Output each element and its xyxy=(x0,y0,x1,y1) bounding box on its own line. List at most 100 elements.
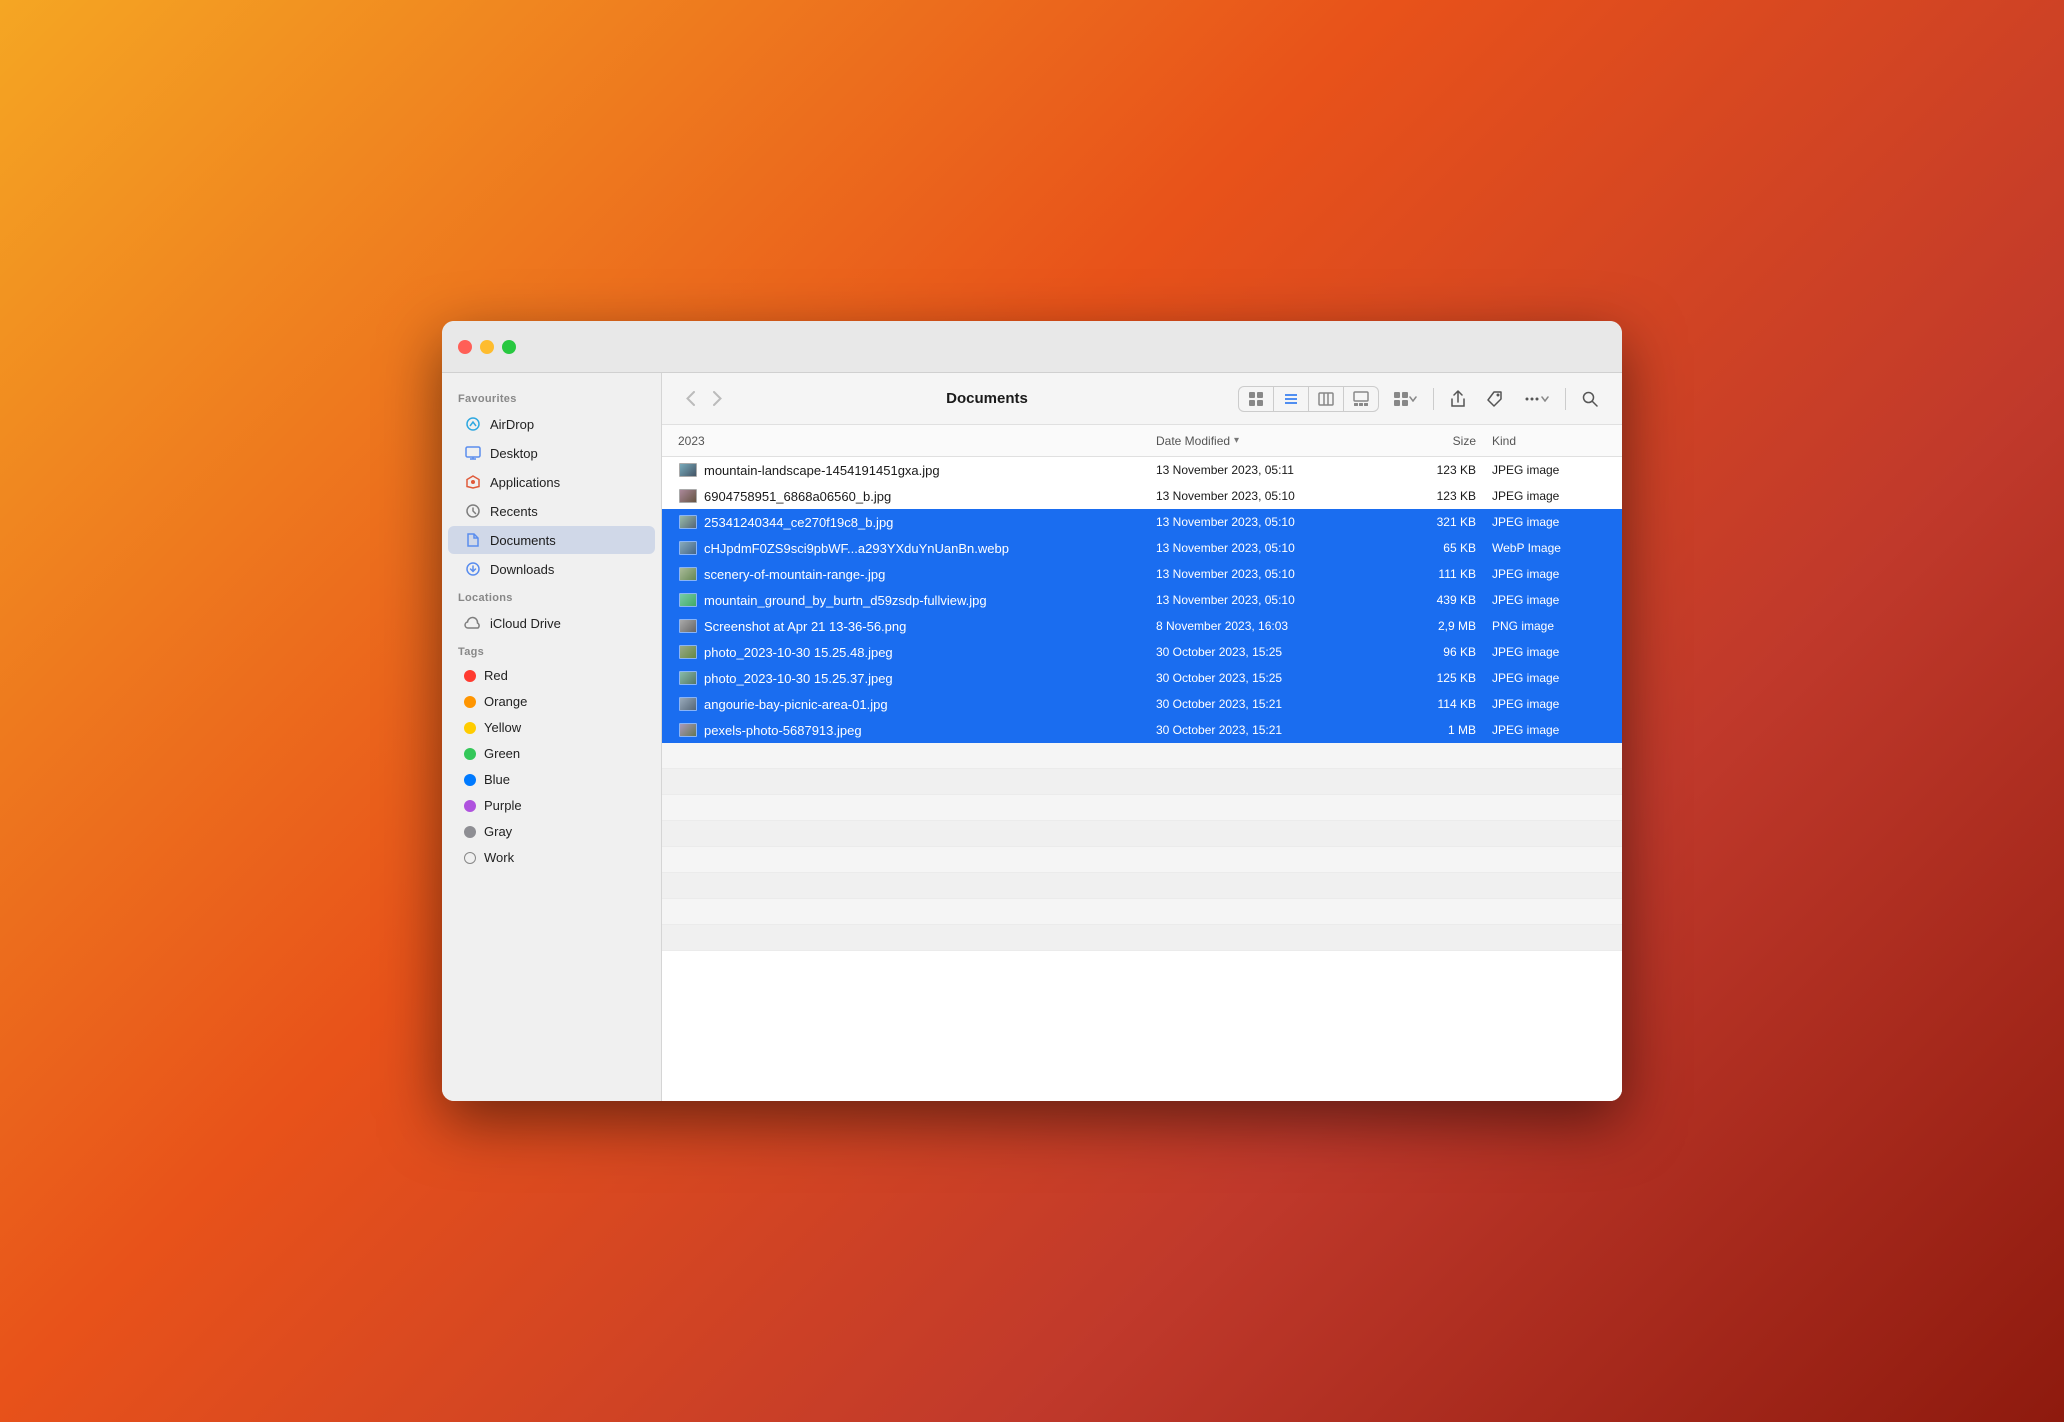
col-header-kind[interactable]: Kind xyxy=(1476,434,1606,448)
gray-tag-label: Gray xyxy=(484,824,512,839)
file-date: 30 October 2023, 15:25 xyxy=(1156,645,1376,659)
empty-row xyxy=(662,899,1622,925)
sidebar-item-icloud[interactable]: iCloud Drive xyxy=(448,609,655,637)
file-name: mountain_ground_by_burtn_d59zsdp-fullvie… xyxy=(704,593,1156,608)
content-area: Documents xyxy=(662,373,1622,1101)
file-row[interactable]: Screenshot at Apr 21 13-36-56.png 8 Nove… xyxy=(662,613,1622,639)
file-thumbnail xyxy=(679,515,697,529)
more-button[interactable] xyxy=(1515,386,1557,412)
gray-tag-dot xyxy=(464,826,476,838)
toolbar-right xyxy=(1236,385,1606,413)
sidebar-item-tag-blue[interactable]: Blue xyxy=(448,767,655,792)
sidebar-item-tag-yellow[interactable]: Yellow xyxy=(448,715,655,740)
finder-window: Favourites AirDrop xyxy=(442,321,1622,1101)
file-icon xyxy=(678,670,698,686)
toolbar-sep-2 xyxy=(1565,388,1566,410)
file-icon xyxy=(678,722,698,738)
file-thumbnail xyxy=(679,463,697,477)
sidebar-item-tag-red[interactable]: Red xyxy=(448,663,655,688)
file-size: 125 KB xyxy=(1376,671,1476,685)
file-kind: JPEG image xyxy=(1476,697,1606,711)
sidebar-item-applications[interactable]: Applications xyxy=(448,468,655,496)
empty-row xyxy=(662,769,1622,795)
column-headers: 2023 Date Modified ▾ Size Kind xyxy=(662,425,1622,457)
share-button[interactable] xyxy=(1442,385,1474,413)
sidebar-item-tag-work[interactable]: Work xyxy=(448,845,655,870)
sidebar-item-desktop[interactable]: Desktop xyxy=(448,439,655,467)
file-date: 13 November 2023, 05:10 xyxy=(1156,593,1376,607)
icloud-icon xyxy=(464,614,482,632)
sidebar-item-tag-orange[interactable]: Orange xyxy=(448,689,655,714)
gallery-view-button[interactable] xyxy=(1344,387,1378,411)
maximize-button[interactable] xyxy=(502,340,516,354)
file-row[interactable]: 6904758951_6868a06560_b.jpg 13 November … xyxy=(662,483,1622,509)
file-name: 6904758951_6868a06560_b.jpg xyxy=(704,489,1156,504)
file-row[interactable]: scenery-of-mountain-range-.jpg 13 Novemb… xyxy=(662,561,1622,587)
red-tag-label: Red xyxy=(484,668,508,683)
search-button[interactable] xyxy=(1574,386,1606,412)
tag-button[interactable] xyxy=(1478,386,1511,412)
file-thumbnail xyxy=(679,723,697,737)
group-by-button[interactable] xyxy=(1385,386,1425,412)
empty-row xyxy=(662,847,1622,873)
file-date: 13 November 2023, 05:11 xyxy=(1156,463,1376,477)
column-view-button[interactable] xyxy=(1309,387,1344,411)
sidebar-item-tag-green[interactable]: Green xyxy=(448,741,655,766)
sidebar-item-tag-purple[interactable]: Purple xyxy=(448,793,655,818)
file-icon xyxy=(678,644,698,660)
file-thumbnail xyxy=(679,645,697,659)
file-name: 25341240344_ce270f19c8_b.jpg xyxy=(704,515,1156,530)
file-date: 30 October 2023, 15:25 xyxy=(1156,671,1376,685)
file-row[interactable]: cHJpdmF0ZS9sci9pbWF...a293YXduYnUanBn.we… xyxy=(662,535,1622,561)
file-date: 8 November 2023, 16:03 xyxy=(1156,619,1376,633)
file-kind: JPEG image xyxy=(1476,515,1606,529)
file-kind: PNG image xyxy=(1476,619,1606,633)
back-button[interactable] xyxy=(678,387,703,410)
file-row[interactable]: angourie-bay-picnic-area-01.jpg 30 Octob… xyxy=(662,691,1622,717)
sidebar-item-downloads[interactable]: Downloads xyxy=(448,555,655,583)
recents-icon xyxy=(464,502,482,520)
file-name: mountain-landscape-1454191451gxa.jpg xyxy=(704,463,1156,478)
close-button[interactable] xyxy=(458,340,472,354)
toolbar: Documents xyxy=(662,373,1622,425)
minimize-button[interactable] xyxy=(480,340,494,354)
file-date: 30 October 2023, 15:21 xyxy=(1156,723,1376,737)
file-row[interactable]: photo_2023-10-30 15.25.48.jpeg 30 Octobe… xyxy=(662,639,1622,665)
file-name: photo_2023-10-30 15.25.48.jpeg xyxy=(704,645,1156,660)
file-row[interactable]: photo_2023-10-30 15.25.37.jpeg 30 Octobe… xyxy=(662,665,1622,691)
airdrop-icon xyxy=(464,415,482,433)
col-header-size[interactable]: Size xyxy=(1376,434,1476,448)
file-kind: JPEG image xyxy=(1476,645,1606,659)
file-name: Screenshot at Apr 21 13-36-56.png xyxy=(704,619,1156,634)
work-tag-dot xyxy=(464,852,476,864)
empty-row xyxy=(662,821,1622,847)
locations-section-label: Locations xyxy=(442,584,661,608)
file-row[interactable]: pexels-photo-5687913.jpeg 30 October 202… xyxy=(662,717,1622,743)
file-icon xyxy=(678,592,698,608)
file-list[interactable]: mountain-landscape-1454191451gxa.jpg 13 … xyxy=(662,457,1622,1101)
empty-row xyxy=(662,925,1622,951)
sidebar-item-airdrop[interactable]: AirDrop xyxy=(448,410,655,438)
titlebar xyxy=(442,321,1622,373)
forward-button[interactable] xyxy=(705,387,730,410)
file-size: 123 KB xyxy=(1376,463,1476,477)
file-icon xyxy=(678,488,698,504)
green-tag-dot xyxy=(464,748,476,760)
red-tag-dot xyxy=(464,670,476,682)
col-header-date[interactable]: Date Modified ▾ xyxy=(1156,434,1376,448)
file-row[interactable]: mountain-landscape-1454191451gxa.jpg 13 … xyxy=(662,457,1622,483)
file-size: 114 KB xyxy=(1376,697,1476,711)
sidebar-item-tag-gray[interactable]: Gray xyxy=(448,819,655,844)
sidebar-item-recents[interactable]: Recents xyxy=(448,497,655,525)
file-icon xyxy=(678,540,698,556)
file-row[interactable]: 25341240344_ce270f19c8_b.jpg 13 November… xyxy=(662,509,1622,535)
file-date: 13 November 2023, 05:10 xyxy=(1156,567,1376,581)
file-row[interactable]: mountain_ground_by_burtn_d59zsdp-fullvie… xyxy=(662,587,1622,613)
orange-tag-label: Orange xyxy=(484,694,527,709)
icon-view-button[interactable] xyxy=(1239,387,1274,411)
yellow-tag-label: Yellow xyxy=(484,720,521,735)
list-view-button[interactable] xyxy=(1274,387,1309,411)
file-kind: JPEG image xyxy=(1476,593,1606,607)
sidebar-item-documents[interactable]: Documents xyxy=(448,526,655,554)
col-header-name[interactable]: 2023 xyxy=(678,434,1156,448)
